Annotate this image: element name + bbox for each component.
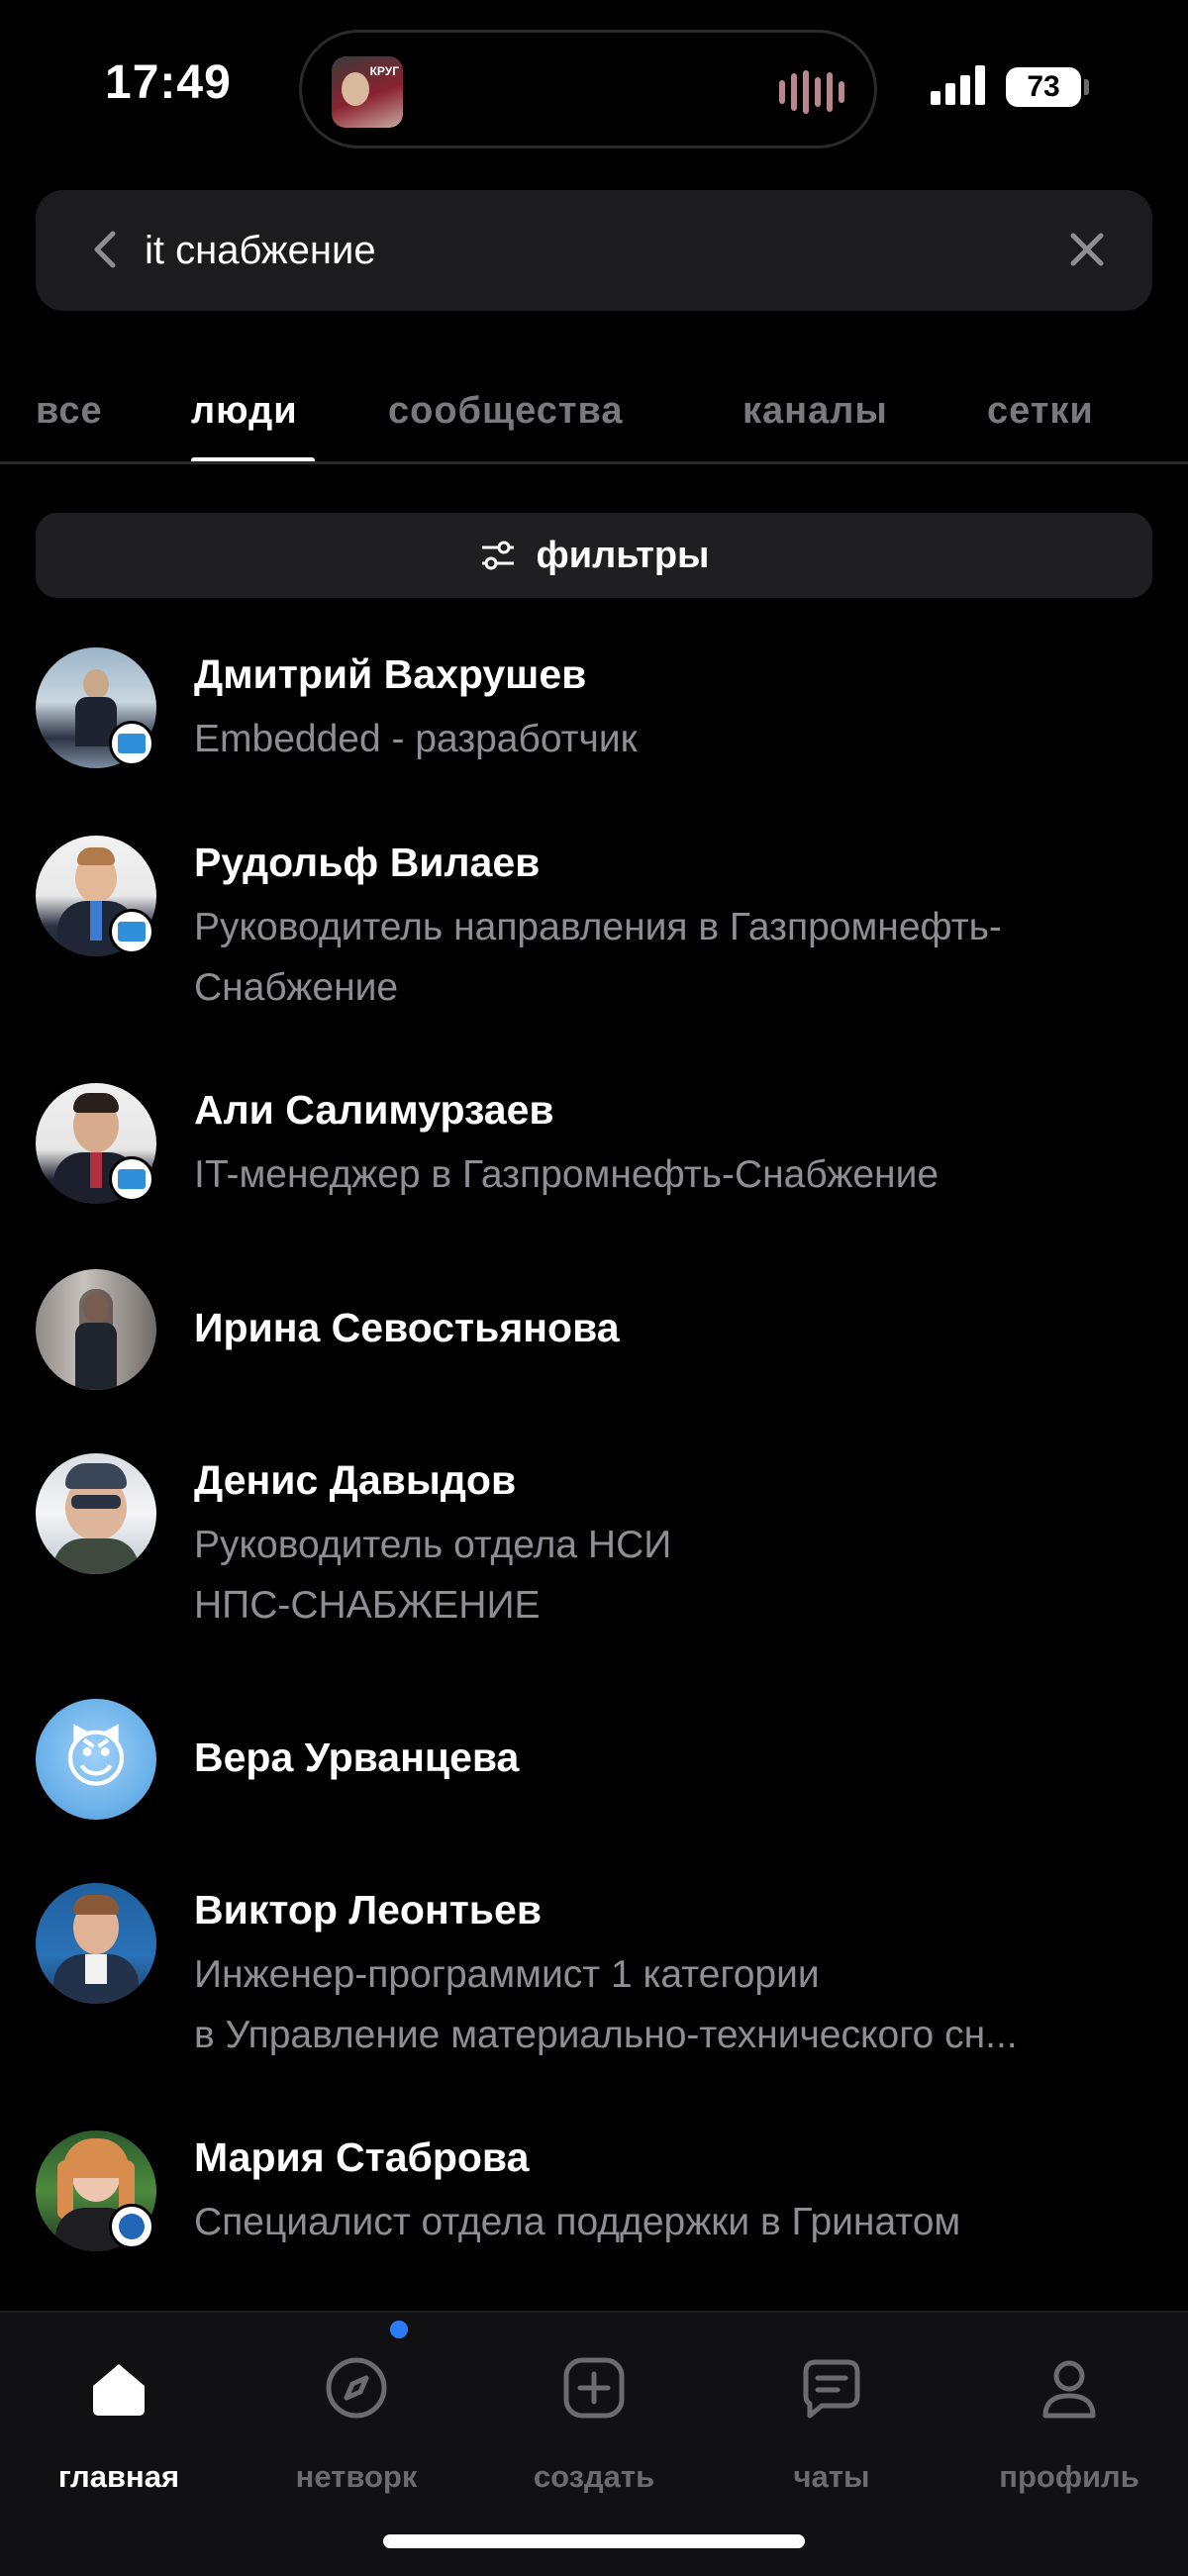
home-indicator[interactable]	[383, 2534, 805, 2548]
person-name: Рудольф Вилаев	[194, 840, 541, 885]
list-item-person[interactable]: Дмитрий Вахрушев Embedded - разработчик	[0, 645, 1188, 784]
tab-people[interactable]: люди	[191, 390, 298, 433]
tab-communities[interactable]: сообщества	[388, 390, 623, 433]
album-cover-text: КРУГ	[369, 64, 399, 78]
list-item-person[interactable]: Виктор Леонтьев Инженер-программист 1 ка…	[0, 1881, 1188, 2069]
search-tabs: все люди сообщества каналы сетки	[0, 376, 1188, 465]
list-item-person[interactable]: Денис Давыдов Руководитель отдела НСИ НП…	[0, 1451, 1188, 1639]
cellular-signal-icon	[931, 65, 988, 105]
person-description: Инженер-программист 1 категории в Управл…	[194, 1953, 1018, 2056]
list-item-person[interactable]: Ирина Севостьянова	[0, 1269, 1188, 1394]
search-input[interactable]	[145, 220, 1016, 281]
sliders-icon	[482, 541, 515, 570]
status-time: 17:49	[105, 56, 232, 109]
person-name: Мария Стаброва	[194, 2134, 530, 2180]
person-description: Руководитель направления в Газпромнефть-…	[194, 906, 1002, 1009]
tab-all[interactable]: все	[36, 390, 103, 433]
nav-chats-label: чаты	[793, 2459, 870, 2494]
person-description: Специалист отдела поддержки в Гринатом	[194, 2201, 961, 2243]
battery-level: 73	[1027, 70, 1060, 103]
audio-waveform-icon	[779, 70, 844, 114]
search-bar	[36, 190, 1152, 311]
avatar	[36, 1883, 156, 2004]
smiling-devil-emoji-avatar: 😈	[36, 1699, 156, 1820]
person-name: Денис Давыдов	[194, 1457, 517, 1503]
list-item-person[interactable]: 😈 Вера Урванцева	[0, 1699, 1188, 1824]
avatar	[36, 1453, 156, 1574]
person-name: Ирина Севостьянова	[194, 1305, 620, 1350]
nav-home-label: главная	[57, 2459, 180, 2494]
company-badge-icon	[109, 909, 154, 954]
filters-label: фильтры	[536, 534, 710, 576]
company-badge-icon	[109, 1156, 154, 1202]
filters-button[interactable]: фильтры	[36, 513, 1152, 598]
nav-create-label: создать	[533, 2459, 655, 2494]
clear-search-icon[interactable]	[1059, 222, 1115, 277]
dynamic-island-now-playing[interactable]: КРУГ	[299, 30, 877, 149]
tab-channels[interactable]: каналы	[742, 390, 888, 433]
list-item-person[interactable]: Али Салимурзаев IT-менеджер в Газпромнеф…	[0, 1081, 1188, 1220]
notification-dot	[390, 2321, 408, 2338]
company-badge-icon	[109, 2204, 154, 2249]
plus-square-icon	[563, 2357, 625, 2419]
person-name: Дмитрий Вахрушев	[194, 651, 587, 697]
album-cover: КРУГ	[332, 56, 403, 128]
list-item-person[interactable]: Мария Стаброва Специалист отдела поддерж…	[0, 2129, 1188, 2267]
person-description: Руководитель отдела НСИ НПС-СНАБЖЕНИЕ	[194, 1524, 672, 1627]
list-item-person[interactable]: Рудольф Вилаев Руководитель направления …	[0, 834, 1188, 1022]
tab-networks[interactable]: сетки	[987, 390, 1094, 433]
person-name: Али Салимурзаев	[194, 1087, 554, 1133]
tabs-divider	[0, 461, 1188, 464]
compass-icon	[326, 2357, 387, 2419]
person-name: Вера Урванцева	[194, 1734, 520, 1780]
battery-icon: 73	[1006, 67, 1081, 107]
person-name: Виктор Леонтьев	[194, 1887, 543, 1932]
chat-icon	[803, 2359, 860, 2419]
person-description: Embedded - разработчик	[194, 718, 638, 760]
nav-network-label: нетворк	[295, 2459, 418, 2494]
nav-profile-label: профиль	[999, 2459, 1139, 2494]
back-chevron-icon[interactable]	[79, 222, 135, 277]
battery-tip	[1084, 79, 1089, 95]
person-icon	[1042, 2360, 1096, 2419]
person-description: IT-менеджер в Газпромнефть-Снабжение	[194, 1153, 940, 1196]
avatar	[36, 1269, 156, 1390]
home-icon	[93, 2364, 145, 2416]
screen: 17:49 КРУГ 73 все люди сообщества	[0, 0, 1188, 2576]
company-badge-icon	[109, 721, 154, 766]
